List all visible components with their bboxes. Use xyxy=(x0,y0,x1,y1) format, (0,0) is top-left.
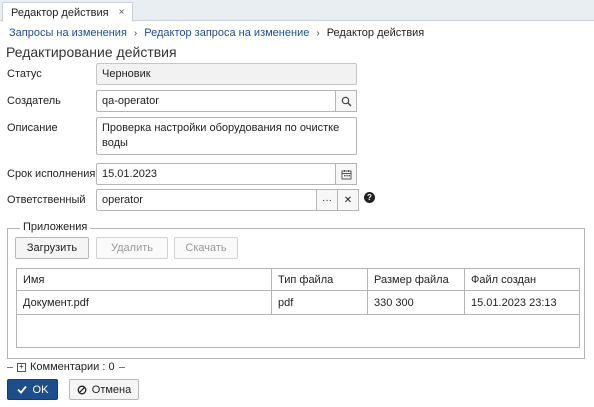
cell-file-created: 15.01.2023 23:13 xyxy=(464,290,580,315)
cell-file-type: pdf xyxy=(271,290,368,315)
check-icon xyxy=(16,385,27,394)
table-empty-area xyxy=(16,314,580,348)
column-header-name[interactable]: Имя xyxy=(16,268,272,291)
tab-label: Редактор действия xyxy=(11,6,109,19)
attachments-legend: Приложения xyxy=(20,221,91,233)
page-title: Редактирование действия xyxy=(6,44,177,60)
attachments-table: Имя Тип файла Размер файла Файл создан Д… xyxy=(16,268,580,348)
cell-file-name: Документ.pdf xyxy=(16,290,272,315)
responsible-clear-button[interactable]: ✕ xyxy=(337,189,359,211)
status-label: Статус xyxy=(7,68,42,80)
upload-button[interactable]: Загрузить xyxy=(15,237,89,259)
cell-file-size: 330 300 xyxy=(367,290,465,315)
chevron-right-icon: › xyxy=(133,27,138,39)
ok-button[interactable]: OK xyxy=(7,379,58,400)
breadcrumb-link-request-editor[interactable]: Редактор запроса на изменение xyxy=(144,27,309,39)
calendar-icon xyxy=(341,169,351,179)
chevron-right-icon: › xyxy=(316,27,320,39)
status-field: Черновик xyxy=(96,63,357,85)
responsible-field[interactable]: operator xyxy=(96,189,317,211)
download-button[interactable]: Скачать xyxy=(174,237,238,259)
tab-action-editor[interactable]: Редактор действия × xyxy=(2,2,134,22)
table-header-row: Имя Тип файла Размер файла Файл создан xyxy=(16,268,580,291)
expand-icon: + xyxy=(17,362,26,372)
due-date-picker-button[interactable] xyxy=(335,163,357,185)
table-row[interactable]: Документ.pdf pdf 330 300 15.01.2023 23:1… xyxy=(16,290,580,315)
responsible-label: Ответственный xyxy=(7,194,86,206)
divider xyxy=(118,366,125,368)
more-icon: ··· xyxy=(322,194,332,206)
status-value: Черновик xyxy=(102,68,151,80)
cancel-icon xyxy=(77,385,87,394)
search-icon xyxy=(341,96,351,106)
column-header-file-type[interactable]: Тип файла xyxy=(271,268,368,291)
creator-search-button[interactable] xyxy=(335,90,357,112)
tab-strip: Редактор действия × xyxy=(0,0,594,22)
description-textarea[interactable]: Проверка настройки оборудования по очист… xyxy=(96,117,357,155)
creator-field[interactable]: qa-operator xyxy=(96,90,336,112)
close-icon[interactable]: × xyxy=(119,7,125,18)
help-icon[interactable]: ? xyxy=(364,192,375,203)
description-value: Проверка настройки оборудования по очист… xyxy=(102,122,340,149)
responsible-select-button[interactable]: ··· xyxy=(316,189,338,211)
breadcrumb: Запросы на изменения › Редактор запроса … xyxy=(9,27,424,39)
responsible-value: operator xyxy=(102,194,143,206)
description-label: Описание xyxy=(7,122,58,134)
creator-label: Создатель xyxy=(7,95,61,107)
cancel-label: Отмена xyxy=(91,383,132,396)
clear-icon: ✕ xyxy=(343,194,353,206)
column-header-created[interactable]: Файл создан xyxy=(464,268,580,291)
divider xyxy=(7,366,13,368)
cancel-button[interactable]: Отмена xyxy=(69,379,139,400)
due-date-field[interactable]: 15.01.2023 xyxy=(96,163,336,185)
creator-value: qa-operator xyxy=(102,95,159,107)
breadcrumb-current: Редактор действия xyxy=(326,27,425,39)
ok-label: OK xyxy=(32,383,49,396)
breadcrumb-link-change-requests[interactable]: Запросы на изменения xyxy=(9,27,127,39)
comments-toggle[interactable]: + Комментарии : 0 xyxy=(7,361,125,373)
delete-button[interactable]: Удалить xyxy=(96,237,168,259)
column-header-file-size[interactable]: Размер файла xyxy=(367,268,465,291)
due-date-label: Срок исполнения xyxy=(7,168,96,180)
table-empty-cell xyxy=(16,314,580,348)
comments-label: Комментарии : 0 xyxy=(30,361,115,373)
due-date-value: 15.01.2023 xyxy=(102,168,158,180)
attachments-fieldset: Приложения Загрузить Удалить Скачать Имя… xyxy=(7,221,585,359)
